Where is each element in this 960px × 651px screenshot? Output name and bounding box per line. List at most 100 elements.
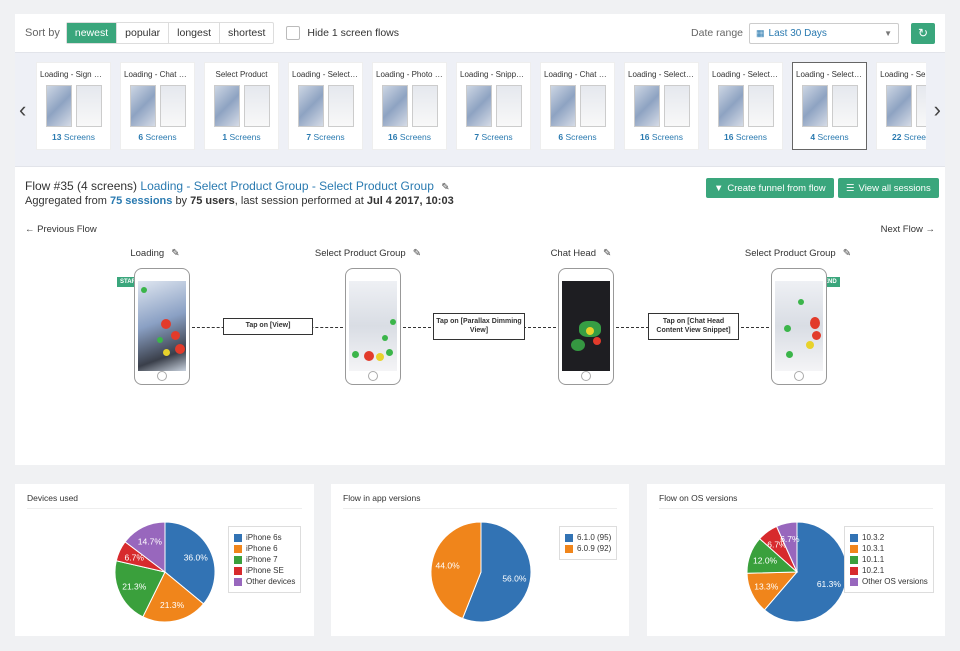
- thumbnail-count: 13 Screens: [51, 132, 96, 142]
- next-flow-link[interactable]: Next Flow →: [881, 224, 935, 235]
- summary-by: by: [175, 195, 188, 207]
- list-icon: ☰: [846, 182, 855, 194]
- flow-thumbnail[interactable]: Loading - Select Prod... 16 Screens: [624, 62, 699, 150]
- thumbnail-count: 4 Screens: [810, 132, 849, 142]
- pencil-icon[interactable]: ✎: [843, 248, 851, 259]
- action-box[interactable]: Tap on [View]: [223, 318, 313, 335]
- screen-preview: [633, 85, 660, 127]
- pencil-icon[interactable]: ✎: [171, 248, 179, 259]
- legend-item[interactable]: 6.1.0 (95): [565, 533, 611, 542]
- pencil-icon[interactable]: ✎: [441, 182, 449, 193]
- thumbnail-title: Loading - Chat Head ...: [124, 70, 194, 79]
- flow-thumbnail[interactable]: Loading - Photo Previ... 16 Screens: [372, 62, 447, 150]
- flow-summary: Aggregated from 75 sessions by 75 users,…: [25, 195, 454, 207]
- chevron-right-icon[interactable]: ›: [934, 97, 941, 123]
- legend-item[interactable]: iPhone 6s: [234, 533, 295, 542]
- legend-swatch: [850, 555, 858, 564]
- thumbnail-title: Loading - Photo Previ...: [376, 70, 446, 79]
- chart-title: Devices used: [27, 493, 79, 503]
- flow-name-link[interactable]: Loading - Select Product Group - Select …: [140, 179, 434, 193]
- screen-chat-head[interactable]: [558, 268, 614, 385]
- legend-item[interactable]: iPhone SE: [234, 566, 295, 575]
- screen-preview: [831, 85, 858, 127]
- flow-thumbnails: Loading - Sign Up - S...13 Screens Loadin…: [36, 62, 926, 150]
- app-versions-pie-chart: 56.0% 44.0%: [430, 521, 532, 623]
- sort-longest-button[interactable]: longest: [169, 23, 221, 43]
- pie-slice-label: 13.3%: [754, 582, 779, 592]
- thumbnail-previews: [625, 85, 698, 127]
- legend-item[interactable]: 10.3.2: [850, 533, 928, 542]
- create-funnel-label: Create funnel from flow: [727, 182, 826, 194]
- screen-preview: [801, 85, 828, 127]
- pencil-icon[interactable]: ✎: [603, 248, 611, 259]
- refresh-button[interactable]: ↻: [911, 22, 935, 44]
- users-count: 75 users: [190, 195, 235, 207]
- action-box[interactable]: Tap on [Chat Head Content View Snippet]: [648, 313, 739, 340]
- sort-popular-button[interactable]: popular: [117, 23, 170, 43]
- pencil-icon[interactable]: ✎: [413, 248, 421, 259]
- chevron-left-icon[interactable]: ‹: [19, 97, 26, 123]
- legend-item[interactable]: 10.3.1: [850, 544, 928, 553]
- flow-thumbnail[interactable]: Loading - Select Prod... 7 Screens: [288, 62, 363, 150]
- toolbar: Sort by newest popular longest shortest …: [15, 14, 945, 52]
- screen-preview: [465, 85, 492, 127]
- flow-thumbnail[interactable]: Loading - Select ... 22 Screens: [876, 62, 926, 150]
- legend-item[interactable]: Other OS versions: [850, 577, 928, 586]
- pie-slice-label: 44.0%: [436, 561, 461, 571]
- summary-rest: , last session performed at: [234, 195, 364, 207]
- legend-item[interactable]: iPhone 6: [234, 544, 295, 553]
- thumbnail-title: Loading - Select Prod...: [796, 70, 866, 79]
- view-all-sessions-button[interactable]: ☰ View all sessions: [838, 178, 939, 198]
- screen-select-product-group-end[interactable]: [771, 268, 827, 385]
- screen-loading[interactable]: [134, 268, 190, 385]
- date-range-select[interactable]: ▦ Last 30 Days ▼: [749, 22, 899, 44]
- previous-flow-link[interactable]: ← Previous Flow: [25, 224, 97, 235]
- legend-label: Other devices: [246, 577, 296, 586]
- legend-item[interactable]: Other devices: [234, 577, 295, 586]
- thumbnail-title: Loading - Select Prod...: [292, 70, 362, 79]
- pie-slice-label: 21.3%: [160, 600, 185, 610]
- screen-preview: [297, 85, 324, 127]
- screen-preview: [159, 85, 186, 127]
- action-box[interactable]: Tap on [Parallax Dimming View]: [433, 313, 525, 340]
- thumbnail-title: Loading - Select Prod...: [712, 70, 782, 79]
- thumbnail-previews: [289, 85, 362, 127]
- create-funnel-button[interactable]: ▼ Create funnel from flow: [706, 178, 834, 198]
- step-3: Chat Head ✎: [521, 247, 641, 259]
- sort-shortest-button[interactable]: shortest: [220, 23, 273, 43]
- thumbnail-count: 6 Screens: [138, 132, 177, 142]
- screen-select-product-group[interactable]: [345, 268, 401, 385]
- thumbnail-count: 7 Screens: [306, 132, 345, 142]
- flow-thumbnail[interactable]: Loading - Snippets - ... 7 Screens: [456, 62, 531, 150]
- legend-label: iPhone 7: [246, 555, 278, 564]
- thumbnail-previews: [373, 85, 446, 127]
- thumbnail-count: 7 Screens: [474, 132, 513, 142]
- pie-slice-label: 6.7%: [780, 534, 800, 544]
- sort-newest-button[interactable]: newest: [66, 23, 118, 43]
- thumbnail-count: 1 Screens: [222, 132, 261, 142]
- last-session-time: Jul 4 2017, 10:03: [366, 195, 454, 207]
- flow-thumbnail[interactable]: Loading - Chat Head ... 6 Screens: [120, 62, 195, 150]
- summary-prefix: Aggregated from: [25, 195, 107, 207]
- app-versions-chart-card: Flow in app versions 56.0% 44.0% 6.1.0 (9…: [331, 484, 629, 636]
- legend-item[interactable]: 10.2.1: [850, 566, 928, 575]
- flow-thumbnail[interactable]: Loading - Select Prod... 4 Screens: [792, 62, 867, 150]
- chart-title: Flow in app versions: [343, 493, 421, 503]
- sessions-link[interactable]: 75 sessions: [110, 195, 172, 207]
- view-all-sessions-label: View all sessions: [858, 182, 931, 194]
- flow-thumbnail[interactable]: Loading - Sign Up - S... 13 Screens: [36, 62, 111, 150]
- os-versions-pie-chart: 61.3%13.3%12.0%6.7%6.7%: [746, 521, 848, 623]
- flow-number: Flow #35 (4 screens): [25, 179, 138, 193]
- screen-preview: [495, 85, 522, 127]
- legend-item[interactable]: 6.0.9 (92): [565, 544, 611, 553]
- hide-single-screen-checkbox[interactable]: [286, 26, 301, 40]
- screen-preview: [243, 85, 270, 127]
- thumbnail-count: 16 Screens: [387, 132, 432, 142]
- legend-item[interactable]: 10.1.1: [850, 555, 928, 564]
- legend-item[interactable]: iPhone 7: [234, 555, 295, 564]
- thumbnail-previews: [709, 85, 782, 127]
- flow-thumbnail[interactable]: Loading - Select Prod... 16 Screens: [708, 62, 783, 150]
- flow-thumbnail[interactable]: Select Product 1 Screens: [204, 62, 279, 150]
- legend-swatch: [234, 577, 242, 586]
- flow-thumbnail[interactable]: Loading - Chat Head ... 6 Screens: [540, 62, 615, 150]
